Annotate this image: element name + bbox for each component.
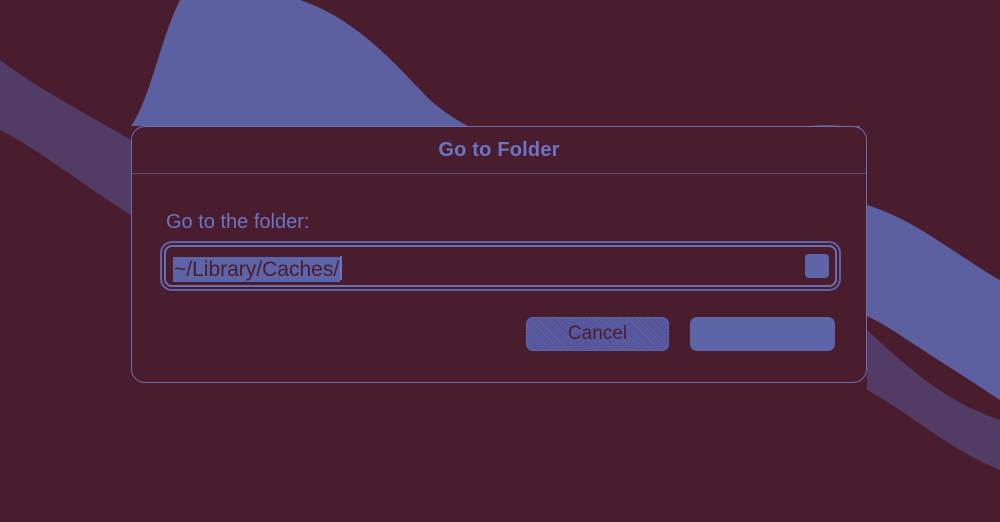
text-cursor	[340, 256, 343, 280]
wallpaper-wave-left	[0, 60, 131, 215]
dialog-titlebar: Go to Folder	[132, 127, 866, 174]
folder-path-input[interactable]: ~/Library/Caches/	[174, 256, 343, 282]
folder-path-selected-text: ~/Library/Caches/	[174, 258, 340, 281]
dialog-title: Go to Folder	[438, 138, 560, 161]
folder-prompt-label: Go to the folder:	[166, 211, 310, 233]
go-button[interactable]	[690, 317, 835, 351]
go-to-folder-dialog: Go to Folder Go to the folder: ~/Library…	[131, 126, 867, 383]
desktop: Go to Folder Go to the folder: ~/Library…	[0, 0, 1000, 522]
folder-path-field[interactable]: ~/Library/Caches/	[164, 245, 837, 287]
completion-indicator-icon	[805, 254, 829, 278]
cancel-button[interactable]: Cancel	[526, 317, 669, 351]
